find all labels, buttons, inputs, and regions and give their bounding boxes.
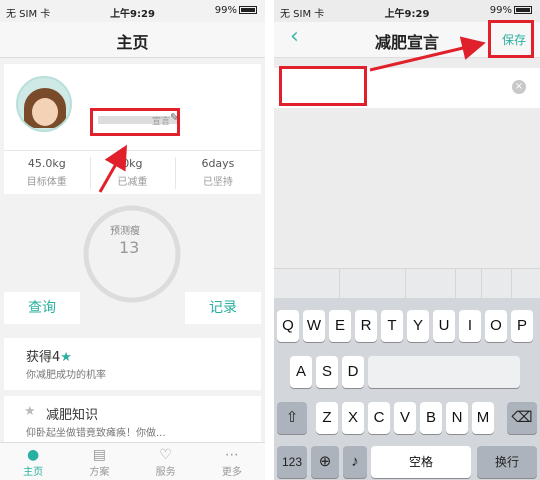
heart-icon: ♡ [159,447,172,463]
space-key[interactable]: 空格 [371,446,471,478]
globe-icon[interactable]: ⊕ [311,446,339,478]
page-title: 主页 [116,33,149,52]
achievement-title: 获得4★ [26,346,72,365]
battery-percent: 99% [489,5,512,16]
keyboard: Q W E R T Y U I O P A S D ⇧ Z X C V B N … [274,298,540,480]
knowledge-row[interactable]: ★ 减肥知识 仰卧起坐做错竟致瘫痪！你做... [4,396,261,442]
stat-label: 已坚持 [202,177,233,188]
gauge-label: 预测瘦 [110,226,140,237]
suggestion-cell[interactable] [456,269,482,299]
key-b[interactable]: B [420,402,442,434]
knowledge-title: 减肥知识 [46,408,99,423]
home-screen: 无 SIM 卡 上午9:29 99% 主页 宣言 ✎ 45.0kg 目标体重 0… [0,0,265,480]
highlight-input [279,66,367,106]
status-bar: 无 SIM 卡 上午9:29 99% [274,0,540,22]
record-button[interactable]: 记录 [185,292,261,324]
key-o[interactable]: O [485,310,507,342]
achievement-row[interactable]: 获得4★ 你减肥成功的机率 [4,338,261,390]
suggestion-bar [274,268,540,299]
highlight-slogan [90,108,180,136]
screen-gap [265,0,274,480]
key-m[interactable]: M [472,402,494,434]
key-t[interactable]: T [381,310,403,342]
key-x[interactable]: X [342,402,364,434]
key-u[interactable]: U [433,310,455,342]
stat-label: 目标体重 [26,177,67,188]
avatar[interactable] [16,76,72,132]
suggestion-cell[interactable] [340,269,406,299]
status-bar: 无 SIM 卡 上午9:29 99% [0,0,265,22]
shift-key[interactable]: ⇧ [277,402,307,434]
battery-indicator: 99% [490,5,532,16]
key-d[interactable]: D [342,356,364,388]
knowledge-subtitle: 仰卧起坐做错竟致瘫痪！你做... [26,428,166,439]
return-key[interactable]: 换行 [477,446,537,478]
suggestion-cell[interactable] [482,269,512,299]
key-y[interactable]: Y [407,310,429,342]
person-icon: ● [27,447,40,463]
stat-value: 0kg [122,157,143,170]
key-s[interactable]: S [316,356,338,388]
stat-days-persisted: 6days 已坚持 [175,157,261,188]
battery-icon [514,6,532,14]
stat-value: 45.0kg [27,157,66,170]
achievement-title-text: 获得4 [26,350,61,365]
backspace-key[interactable]: ⌫ [507,402,537,434]
tab-plan[interactable]: ▤ 方案 [66,447,132,478]
key-i[interactable]: I [459,310,481,342]
key-w[interactable]: W [303,310,325,342]
numbers-key[interactable]: 123 [277,446,307,478]
highlight-save [488,20,534,58]
document-icon: ▤ [92,447,106,463]
tab-service[interactable]: ♡ 服务 [133,447,199,478]
stat-label: 已减重 [117,177,148,188]
battery-percent: 99% [214,5,237,16]
battery-indicator: 99% [215,5,257,16]
nav-bar: 主页 [0,22,265,58]
tab-label: 主页 [23,467,44,478]
suggestion-cell[interactable] [274,269,340,299]
gauge-value: 13 [119,238,140,257]
avatar-face [32,98,58,126]
stat-target-weight: 45.0kg 目标体重 [4,157,90,188]
key-c[interactable]: C [368,402,390,434]
more-icon: ⋯ [224,447,239,463]
microphone-icon[interactable]: ♪ [343,446,367,478]
tab-more[interactable]: ⋯ 更多 [199,447,265,478]
stat-weight-lost: 0kg 已减重 [90,157,176,188]
key-a[interactable]: A [290,356,312,388]
tab-label: 服务 [155,467,176,478]
query-button[interactable]: 查询 [4,292,80,324]
tab-bar: ● 主页 ▤ 方案 ♡ 服务 ⋯ 更多 [0,442,265,480]
key-q[interactable]: Q [277,310,299,342]
stats-row: 45.0kg 目标体重 0kg 已减重 6days 已坚持 [4,150,261,194]
achievement-subtitle: 你减肥成功的机率 [26,370,106,381]
key-n[interactable]: N [446,402,468,434]
key-v[interactable]: V [394,402,416,434]
tab-home[interactable]: ● 主页 [0,447,66,478]
tab-label: 方案 [89,467,110,478]
keyboard-obscured-area [368,356,520,388]
key-p[interactable]: P [511,310,533,342]
star-outline-icon: ★ [24,404,36,419]
star-icon: ★ [60,350,72,365]
suggestion-cell[interactable] [406,269,456,299]
key-z[interactable]: Z [316,402,338,434]
tab-label: 更多 [221,467,242,478]
clear-icon[interactable]: × [512,80,526,94]
key-e[interactable]: E [329,310,351,342]
battery-icon [239,6,257,14]
stat-value: 6days [201,157,235,170]
key-r[interactable]: R [355,310,377,342]
